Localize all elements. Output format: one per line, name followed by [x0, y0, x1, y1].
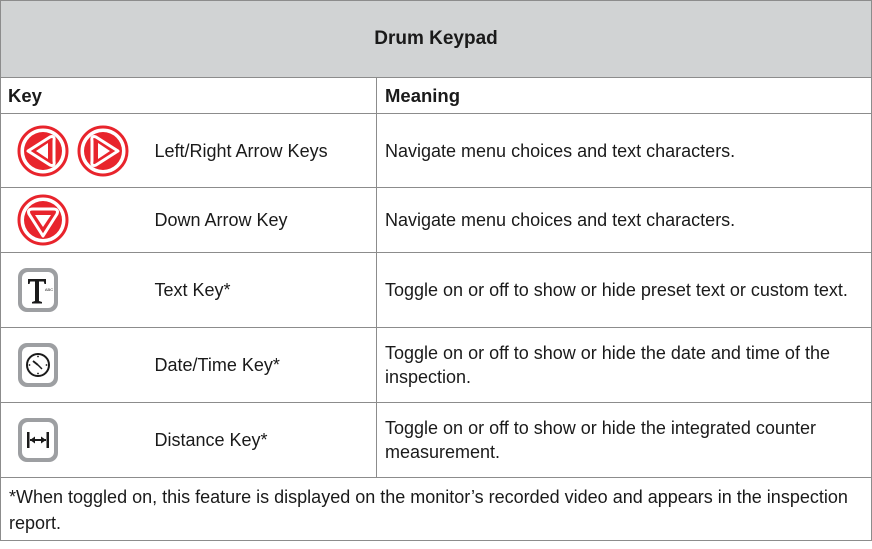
clock-key-icon: [17, 342, 155, 388]
table-footnote: *When toggled on, this feature is displa…: [0, 477, 872, 541]
key-meaning: Toggle on or off to show or hide preset …: [376, 252, 872, 328]
drum-keypad-table: Drum Keypad Key Meaning Left/Right Arrow…: [0, 0, 872, 541]
column-header-meaning: Meaning: [376, 77, 872, 114]
table-row: Left/Right Arrow Keys Navigate menu choi…: [0, 113, 872, 188]
table-row: ABC Text Key* Toggle on or off to show o…: [0, 252, 872, 328]
table-title: Drum Keypad: [0, 0, 872, 78]
table-row: Distance Key* Toggle on or off to show o…: [0, 402, 872, 478]
right-arrow-key-icon: [77, 125, 129, 177]
key-name: Distance Key*: [154, 402, 377, 478]
key-icon-cell: [0, 327, 155, 403]
text-key-abc-label: ABC: [45, 287, 53, 292]
key-icon-cell: [0, 113, 155, 188]
key-icon-cell: [0, 187, 155, 253]
key-name: Text Key*: [154, 252, 377, 328]
key-meaning: Navigate menu choices and text character…: [376, 113, 872, 188]
distance-key-icon: [17, 417, 155, 463]
key-meaning: Toggle on or off to show or hide the int…: [376, 402, 872, 478]
key-name: Down Arrow Key: [154, 187, 377, 253]
key-name: Left/Right Arrow Keys: [154, 113, 377, 188]
key-meaning: Toggle on or off to show or hide the dat…: [376, 327, 872, 403]
down-arrow-key-icon: [17, 194, 155, 246]
left-arrow-key-icon: [17, 125, 69, 177]
drum-keypad-table-container: Drum Keypad Key Meaning Left/Right Arrow…: [0, 0, 872, 549]
column-header-key: Key: [0, 77, 377, 114]
key-icon-cell: ABC: [0, 252, 155, 328]
key-icon-cell: [0, 402, 155, 478]
text-key-icon: ABC: [17, 267, 155, 313]
table-row: Down Arrow Key Navigate menu choices and…: [0, 187, 872, 253]
table-row: Date/Time Key* Toggle on or off to show …: [0, 327, 872, 403]
key-name: Date/Time Key*: [154, 327, 377, 403]
key-meaning: Navigate menu choices and text character…: [376, 187, 872, 253]
